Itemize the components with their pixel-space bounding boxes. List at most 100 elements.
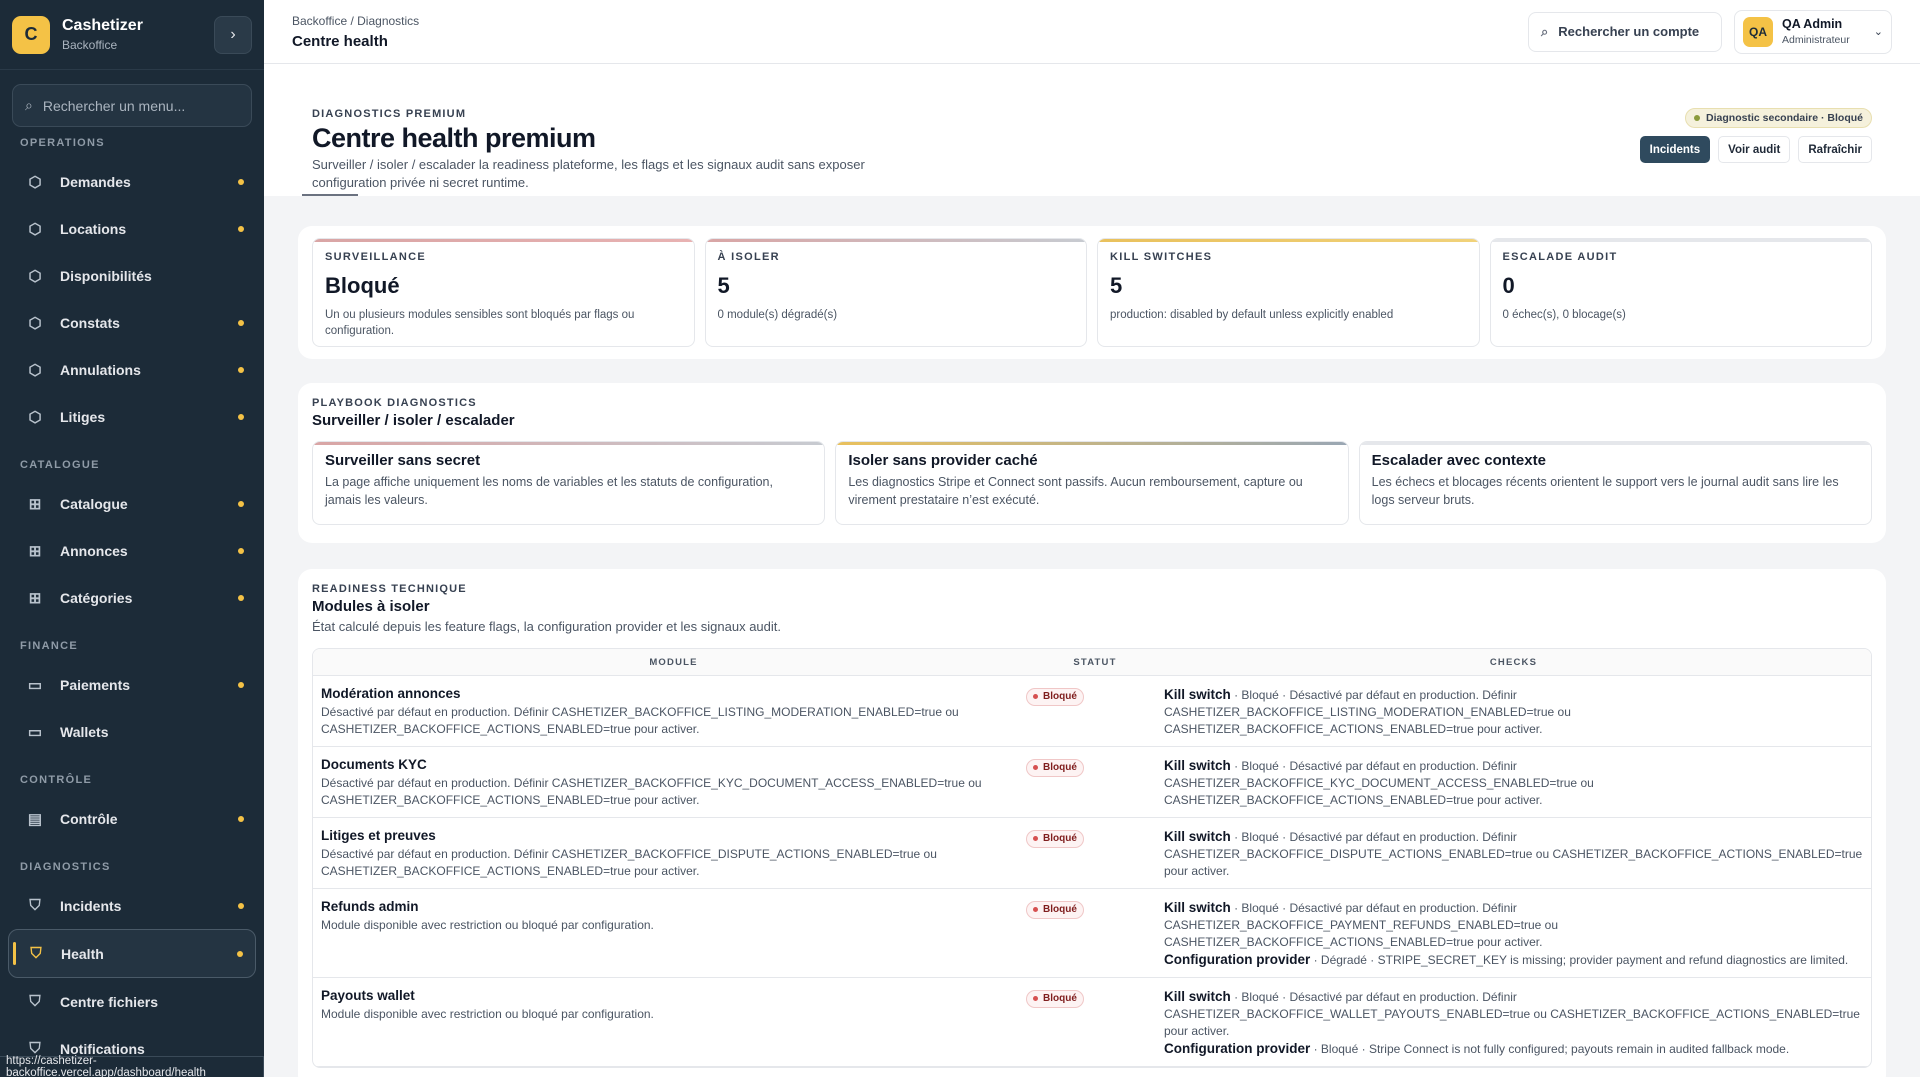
grid-icon: ⊞ <box>28 589 42 607</box>
grid-icon: ⊞ <box>28 495 42 513</box>
playbook-card-title: Isoler sans provider caché <box>848 452 1038 469</box>
playbook-card-text: Les diagnostics Stripe et Connect sont p… <box>848 475 1303 507</box>
sidebar-item-paiements[interactable]: ▭ Paiements <box>0 661 264 708</box>
status-badge: Bloqué <box>1026 687 1084 706</box>
sidebar-item-annulations[interactable]: ⬡ Annulations <box>0 346 264 393</box>
card-icon: ▭ <box>27 723 43 741</box>
check-title: Kill switch <box>1164 989 1231 1004</box>
module-description: Désactivé par défaut en production. Défi… <box>321 847 937 878</box>
hero-underline <box>302 194 358 196</box>
sidebar-item-disponibilites[interactable]: ⬡ Disponibilités <box>0 252 264 299</box>
sidebar-item-controle[interactable]: ▤ Contrôle <box>0 795 264 842</box>
sidebar-item-label: Centre fichiers <box>60 993 159 1010</box>
sidebar-item-annonces[interactable]: ⊞ Annonces <box>0 527 264 574</box>
module-description: Désactivé par défaut en production. Défi… <box>321 776 982 807</box>
sidebar-item-wallets[interactable]: ▭ Wallets <box>0 708 264 755</box>
kpi-label: SURVEILLANCE <box>325 251 426 263</box>
status-dot <box>1033 907 1038 912</box>
kpi-label: À ISOLER <box>717 251 780 263</box>
module-name: Refunds admin <box>321 899 419 914</box>
playbook-card: Escalader avec contexte Les échecs et bl… <box>1358 441 1872 525</box>
indicator-dot <box>238 178 244 185</box>
module-name: Modération annonces <box>321 686 461 701</box>
sidebar-item-label: Catégories <box>60 589 133 606</box>
check-title: Configuration provider <box>1164 952 1311 967</box>
sidebar-search-input[interactable] <box>42 97 233 114</box>
module-description: Module disponible avec restriction ou bl… <box>321 918 654 932</box>
status-badge: Bloqué <box>1026 758 1084 777</box>
document-icon: ▤ <box>27 810 43 828</box>
sidebar-item-label: Catalogue <box>60 495 128 512</box>
status-dot <box>1694 115 1701 121</box>
playbook-card: Surveiller sans secret La page affiche u… <box>312 441 826 525</box>
check-item: Kill switch · Bloqué · Désactivé par déf… <box>1164 686 1863 738</box>
sidebar: C Cashetizer Backoffice › ⌕ OPERATIONS ⬡… <box>0 0 264 1077</box>
breadcrumb[interactable]: Backoffice / Diagnostics <box>292 14 1528 28</box>
sidebar-item-demandes[interactable]: ⬡ Demandes <box>0 158 264 205</box>
view-audit-button[interactable]: Voir audit <box>1718 136 1791 163</box>
sidebar-item-litiges[interactable]: ⬡ Litiges <box>0 393 264 440</box>
sidebar-search[interactable]: ⌕ <box>12 84 252 127</box>
status-badge-label: Bloqué <box>1043 691 1077 702</box>
playbook-card-title: Escalader avec contexte <box>1371 452 1546 469</box>
page-title: Centre health <box>292 32 388 50</box>
section-title: Surveiller / isoler / escalader <box>312 412 515 429</box>
hero-actions: Diagnostic secondaire · Bloqué Incidents… <box>1639 108 1872 163</box>
sidebar-item-label: Annulations <box>60 361 141 378</box>
refresh-button[interactable]: Rafraîchir <box>1798 136 1872 163</box>
shield-icon: ⛉ <box>29 897 41 914</box>
chevron-right-icon: › <box>230 25 236 43</box>
check-title: Configuration provider <box>1164 1041 1311 1056</box>
sidebar-item-label: Wallets <box>60 723 109 740</box>
sidebar-item-health[interactable]: ⛉ Health <box>8 929 256 978</box>
indicator-dot <box>238 366 244 373</box>
table-header: MODULE STATUT CHECKS <box>313 649 1871 676</box>
sidebar-item-constats[interactable]: ⬡ Constats <box>0 299 264 346</box>
status-badge: Bloqué <box>1026 829 1084 848</box>
playbook-card-title: Surveiller sans secret <box>325 452 481 469</box>
check-item: Kill switch · Bloqué · Désactivé par déf… <box>1164 988 1863 1040</box>
check-item: Configuration provider · Bloqué · Stripe… <box>1164 1040 1863 1058</box>
modules-table: MODULE STATUT CHECKS Modération annonces… <box>312 648 1872 1068</box>
incidents-button[interactable]: Incidents <box>1639 136 1711 163</box>
module-name: Payouts wallet <box>321 988 415 1003</box>
status-dot <box>1033 694 1038 699</box>
nav-section-title: CONTRÔLE <box>20 774 93 786</box>
sidebar-item-incidents[interactable]: ⛉ Incidents <box>0 882 264 929</box>
brand-name: Cashetizer <box>62 17 143 34</box>
topbar: Backoffice / Diagnostics Centre health ⌕… <box>264 0 1920 64</box>
module-description: Module disponible avec restriction ou bl… <box>321 1007 654 1021</box>
kpi-card-surveillance: SURVEILLANCE Bloqué Un ou plusieurs modu… <box>312 238 695 347</box>
account-search-button[interactable]: ⌕ Rechercher un compte <box>1528 11 1722 52</box>
sidebar-item-centre-fichiers[interactable]: ⛉ Centre fichiers <box>0 978 264 1025</box>
table-row: Payouts wallet Module disponible avec res… <box>313 978 1871 1067</box>
kpi-value: 0 <box>1502 273 1515 298</box>
section-description: État calculé depuis les feature flags, l… <box>312 619 781 634</box>
module-name: Litiges et preuves <box>321 828 436 843</box>
sidebar-item-label: Litiges <box>60 408 106 425</box>
cube-icon: ⬡ <box>28 361 42 379</box>
brand-sub: Backoffice <box>62 38 118 52</box>
user-menu[interactable]: QA QA Admin Administrateur ⌄ <box>1734 9 1892 54</box>
status-dot <box>1033 996 1038 1001</box>
check-text: · Bloqué · Désactivé par défaut en produ… <box>1164 830 1863 878</box>
search-icon: ⌕ <box>1541 23 1549 39</box>
sidebar-nav: OPERATIONS ⬡ Demandes ⬡ Locations ⬡ Disponi… <box>0 132 264 1072</box>
sidebar-item-label: Contrôle <box>60 810 118 827</box>
table-row: Refunds admin Module disponible avec rest… <box>313 889 1871 978</box>
sidebar-toggle-button[interactable]: › <box>214 15 252 54</box>
kpi-value: 5 <box>717 273 730 298</box>
main-content: DIAGNOSTICS PREMIUM Centre health premiu… <box>264 64 1920 1077</box>
indicator-dot <box>238 902 244 909</box>
status-badge: Bloqué <box>1026 989 1084 1008</box>
status-dot <box>1033 765 1038 770</box>
indicator-dot <box>238 681 244 688</box>
grid-icon: ⊞ <box>28 542 42 560</box>
sidebar-item-locations[interactable]: ⬡ Locations <box>0 205 264 252</box>
sidebar-item-catalogue[interactable]: ⊞ Catalogue <box>0 480 264 527</box>
sidebar-item-categories[interactable]: ⊞ Catégories <box>0 574 264 621</box>
check-title: Kill switch <box>1164 758 1231 773</box>
kpi-label: ESCALADE AUDIT <box>1502 251 1618 263</box>
section-title: Modules à isoler <box>312 598 430 615</box>
table-row: Litiges et preuves Désactivé par défaut e… <box>313 818 1871 889</box>
